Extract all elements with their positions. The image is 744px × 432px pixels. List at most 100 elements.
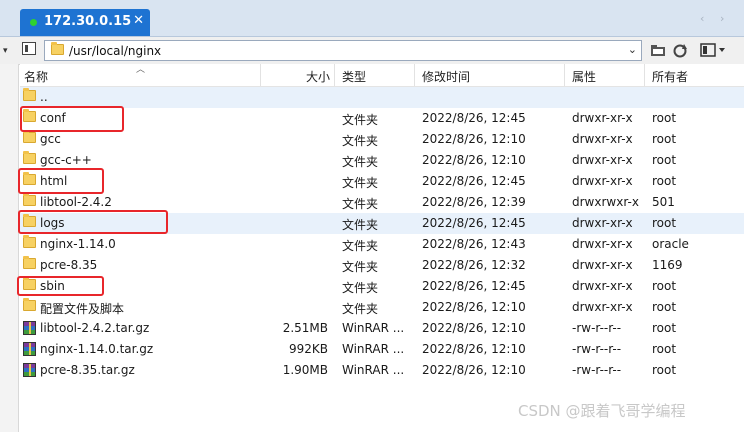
file-type: WinRAR ...: [342, 363, 405, 377]
folder-icon: [23, 130, 36, 146]
file-modified: 2022/8/26, 12:10: [422, 153, 526, 167]
file-attributes: -rw-r--r--: [572, 321, 622, 335]
file-type: 文件夹: [342, 218, 379, 232]
column-size[interactable]: 大小: [306, 68, 330, 85]
path-input[interactable]: /usr/local/nginx: [69, 44, 161, 58]
column-name[interactable]: 名称: [24, 68, 48, 85]
folder-icon: [23, 88, 36, 104]
file-attributes: drwxr-xr-x: [572, 111, 633, 125]
file-owner: root: [652, 342, 677, 356]
file-type: 文件夹: [342, 197, 379, 211]
table-row[interactable]: libtool-2.4.2.tar.gz 2.51MB WinRAR ... 2…: [20, 318, 744, 339]
tab-session[interactable]: 172.30.0.15 ✕: [20, 9, 150, 36]
rar-archive-icon: [23, 363, 36, 380]
file-owner: root: [652, 153, 677, 167]
file-attributes: -rw-r--r--: [572, 342, 622, 356]
file-modified: 2022/8/26, 12:45: [422, 216, 526, 230]
column-divider[interactable]: [414, 64, 415, 86]
close-tab-icon[interactable]: ✕: [133, 13, 144, 28]
file-attributes: -rw-r--r--: [572, 363, 622, 377]
file-name: pcre-8.35: [40, 258, 98, 272]
table-row[interactable]: conf 文件夹 2022/8/26, 12:45 drwxr-xr-x roo…: [20, 108, 744, 129]
left-dropdown-icon[interactable]: ▾: [3, 46, 8, 56]
file-modified: 2022/8/26, 12:45: [422, 174, 526, 188]
rar-archive-icon: [23, 321, 36, 338]
path-combobox[interactable]: /usr/local/nginx ⌄: [44, 40, 642, 61]
file-type: 文件夹: [342, 281, 379, 295]
file-owner: 501: [652, 195, 675, 209]
table-row[interactable]: pcre-8.35.tar.gz 1.90MB WinRAR ... 2022/…: [20, 360, 744, 381]
file-name: libtool-2.4.2: [40, 195, 112, 209]
view-mode-icon[interactable]: [700, 43, 726, 60]
file-type: WinRAR ...: [342, 321, 405, 335]
file-modified: 2022/8/26, 12:10: [422, 363, 526, 377]
table-row[interactable]: nginx-1.14.0 文件夹 2022/8/26, 12:43 drwxr-…: [20, 234, 744, 255]
table-row[interactable]: nginx-1.14.0.tar.gz 992KB WinRAR ... 202…: [20, 339, 744, 360]
file-type: 文件夹: [342, 176, 379, 190]
table-row[interactable]: gcc-c++ 文件夹 2022/8/26, 12:10 drwxr-xr-x …: [20, 150, 744, 171]
column-type[interactable]: 类型: [342, 68, 366, 85]
column-divider[interactable]: [260, 64, 261, 86]
folder-icon: [23, 151, 36, 167]
path-toolbar: ▾ /usr/local/nginx ⌄: [0, 37, 744, 65]
tab-bar: 172.30.0.15 ✕ ‹ ›: [0, 0, 744, 37]
file-name: nginx-1.14.0.tar.gz: [40, 342, 154, 356]
file-type: 文件夹: [342, 302, 379, 316]
file-owner: root: [652, 216, 677, 230]
file-modified: 2022/8/26, 12:39: [422, 195, 526, 209]
folder-icon: [23, 256, 36, 272]
file-name: gcc-c++: [40, 153, 92, 167]
file-attributes: drwxr-xr-x: [572, 258, 633, 272]
file-attributes: drwxrwxr-x: [572, 195, 639, 209]
file-type: 文件夹: [342, 134, 379, 148]
file-modified: 2022/8/26, 12:10: [422, 342, 526, 356]
file-attributes: drwxr-xr-x: [572, 300, 633, 314]
refresh-icon[interactable]: [672, 43, 688, 62]
file-modified: 2022/8/26, 12:45: [422, 279, 526, 293]
file-size: 992KB: [288, 342, 328, 356]
file-type: 文件夹: [342, 239, 379, 253]
sort-ascending-icon: ︿: [136, 65, 146, 75]
file-modified: 2022/8/26, 12:45: [422, 111, 526, 125]
tab-scroll-right-icon[interactable]: ›: [720, 12, 724, 25]
file-owner: root: [652, 132, 677, 146]
column-divider[interactable]: [644, 64, 645, 86]
folder-icon: [51, 42, 64, 58]
column-divider[interactable]: [564, 64, 565, 86]
table-row[interactable]: html 文件夹 2022/8/26, 12:45 drwxr-xr-x roo…: [20, 171, 744, 192]
file-attributes: drwxr-xr-x: [572, 237, 633, 251]
file-attributes: drwxr-xr-x: [572, 132, 633, 146]
rar-archive-icon: [23, 342, 36, 359]
table-row[interactable]: pcre-8.35 文件夹 2022/8/26, 12:32 drwxr-xr-…: [20, 255, 744, 276]
tab-title: 172.30.0.15: [44, 14, 132, 29]
file-owner: root: [652, 363, 677, 377]
file-modified: 2022/8/26, 12:10: [422, 321, 526, 335]
table-row[interactable]: sbin 文件夹 2022/8/26, 12:45 drwxr-xr-x roo…: [20, 276, 744, 297]
table-row[interactable]: gcc 文件夹 2022/8/26, 12:10 drwxr-xr-x root: [20, 129, 744, 150]
file-modified: 2022/8/26, 12:43: [422, 237, 526, 251]
highlight-box-conf: [20, 106, 124, 132]
file-type: 文件夹: [342, 113, 379, 127]
file-name: 配置文件及脚本: [40, 302, 125, 316]
column-modified[interactable]: 修改时间: [422, 68, 470, 85]
file-name: nginx-1.14.0: [40, 237, 116, 251]
table-row[interactable]: 配置文件及脚本 文件夹 2022/8/26, 12:10 drwxr-xr-x …: [20, 297, 744, 318]
table-row[interactable]: ..: [20, 87, 744, 108]
file-modified: 2022/8/26, 12:32: [422, 258, 526, 272]
file-size: 1.90MB: [282, 363, 328, 377]
toggle-panel-icon[interactable]: [22, 42, 36, 55]
file-owner: root: [652, 300, 677, 314]
column-attributes[interactable]: 属性: [572, 68, 596, 85]
column-divider[interactable]: [334, 64, 335, 86]
chevron-down-icon[interactable]: ⌄: [628, 43, 637, 56]
tab-scroll-left-icon[interactable]: ‹: [700, 12, 704, 25]
file-name: ..: [40, 90, 48, 104]
open-folder-icon[interactable]: [650, 43, 666, 60]
column-owner[interactable]: 所有者: [652, 68, 688, 85]
file-attributes: drwxr-xr-x: [572, 174, 633, 188]
file-owner: oracle: [652, 237, 689, 251]
file-type: WinRAR ...: [342, 342, 405, 356]
file-name: gcc: [40, 132, 61, 146]
file-name: libtool-2.4.2.tar.gz: [40, 321, 150, 335]
left-gutter: [0, 64, 19, 432]
